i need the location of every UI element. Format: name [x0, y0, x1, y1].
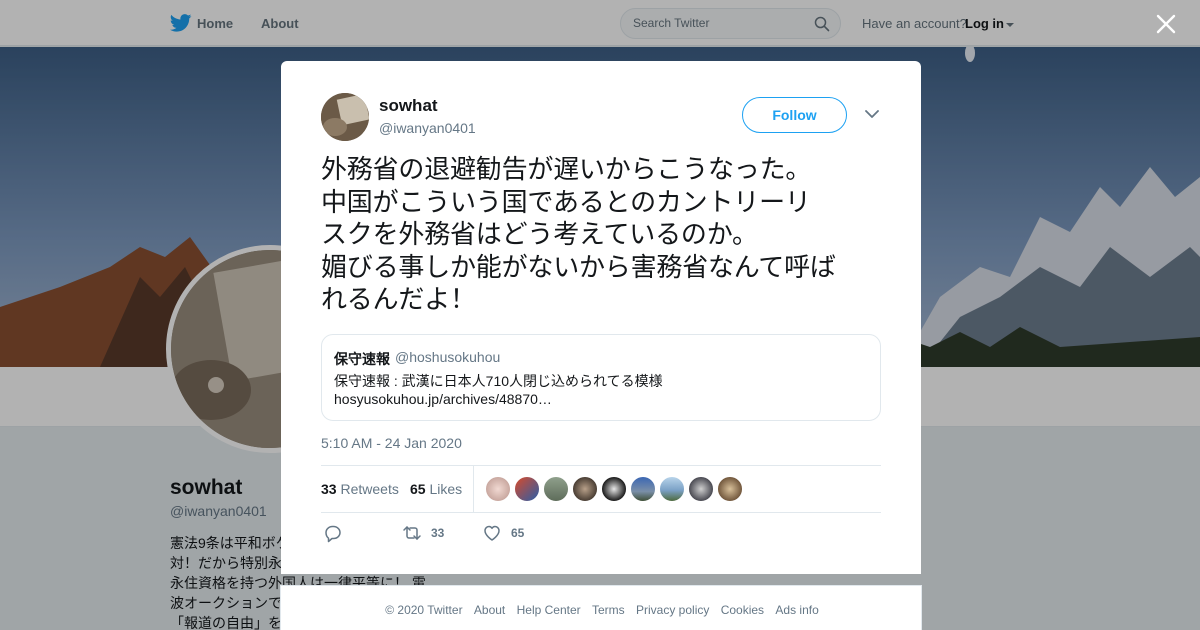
follow-button[interactable]: Follow — [742, 97, 847, 133]
reply-button[interactable] — [323, 523, 343, 543]
heart-icon[interactable] — [482, 523, 502, 543]
quoted-tweet-card[interactable]: 保守速報 @hoshusokuhou 保守速報 : 武漢に日本人710人閉じ込め… — [321, 334, 881, 421]
liker-avatar[interactable] — [688, 476, 714, 502]
stats-divider — [473, 466, 474, 512]
tweet-text-line: 媚びる事しか能がないから害務省なんて呼ば — [321, 252, 836, 283]
quoted-author-name: 保守速報 — [334, 351, 390, 367]
quoted-link[interactable]: hosyusokuhou.jp/archives/48870… — [334, 391, 552, 407]
like-button[interactable]: 65 — [482, 523, 524, 543]
retweets-stat[interactable]: 33 Retweets — [321, 481, 399, 497]
liker-avatar[interactable] — [514, 476, 540, 502]
tweet-text-line: 中国がこういう国であるとのカントリーリ — [321, 187, 811, 218]
liker-avatar[interactable] — [630, 476, 656, 502]
liker-avatar[interactable] — [543, 476, 569, 502]
likes-count[interactable]: 65 — [410, 481, 426, 497]
quoted-author-handle: @hoshusokuhou — [395, 349, 501, 365]
tweet-text: 外務省の退避勧告が遅いからこうなった。 中国がこういう国であるとのカントリーリ … — [321, 154, 896, 317]
tweet-text-line: 外務省の退避勧告が遅いからこうなった。 — [321, 155, 812, 185]
reply-icon[interactable] — [323, 523, 343, 543]
retweet-count: 33 — [431, 526, 445, 540]
liker-avatar[interactable] — [485, 476, 511, 502]
liker-avatar[interactable] — [659, 476, 685, 502]
author-handle[interactable]: @iwanyan0401 — [379, 120, 476, 136]
tweet-modal: sowhat @iwanyan0401 Follow 外務省の退避勧告が遅いから… — [281, 61, 921, 574]
retweets-label[interactable]: Retweets — [340, 481, 398, 497]
tweet-timestamp[interactable]: 5:10 AM - 24 Jan 2020 — [321, 435, 462, 451]
close-icon[interactable] — [1155, 13, 1177, 35]
chevron-down-icon[interactable] — [865, 109, 879, 119]
footer-link-ads-info[interactable]: Ads info — [775, 603, 818, 617]
liker-avatar[interactable] — [717, 476, 743, 502]
footer-link-cookies[interactable]: Cookies — [721, 603, 764, 617]
footer-links: © 2020 Twitter About Help Center Terms P… — [281, 603, 923, 617]
tweet-text-line: スクを外務省はどう考えているのか。 — [321, 220, 758, 250]
tweet-actions: 33 65 — [321, 523, 881, 543]
liker-avatar[interactable] — [601, 476, 627, 502]
footer-copyright: © 2020 Twitter — [385, 603, 463, 617]
footer: © 2020 Twitter About Help Center Terms P… — [280, 585, 922, 630]
retweet-icon[interactable] — [402, 523, 422, 543]
tweet-stats: 33 Retweets 65 Likes — [321, 465, 881, 513]
retweet-button[interactable]: 33 — [402, 523, 444, 543]
footer-link-about[interactable]: About — [474, 603, 505, 617]
footer-link-help-center[interactable]: Help Center — [517, 603, 581, 617]
footer-link-terms[interactable]: Terms — [592, 603, 625, 617]
tweet-text-line: れるんだよ！ — [321, 285, 476, 315]
author-avatar[interactable] — [321, 93, 369, 141]
retweets-count[interactable]: 33 — [321, 481, 337, 497]
author-name[interactable]: sowhat — [379, 96, 438, 116]
author-avatar-image[interactable] — [321, 93, 369, 141]
footer-link-privacy[interactable]: Privacy policy — [636, 603, 709, 617]
like-count: 65 — [511, 526, 525, 540]
likes-stat[interactable]: 65 Likes — [410, 481, 462, 497]
liker-avatar[interactable] — [572, 476, 598, 502]
quoted-text: 保守速報 : 武漢に日本人710人閉じ込められてる模様 — [334, 373, 663, 389]
likes-label[interactable]: Likes — [429, 481, 462, 497]
